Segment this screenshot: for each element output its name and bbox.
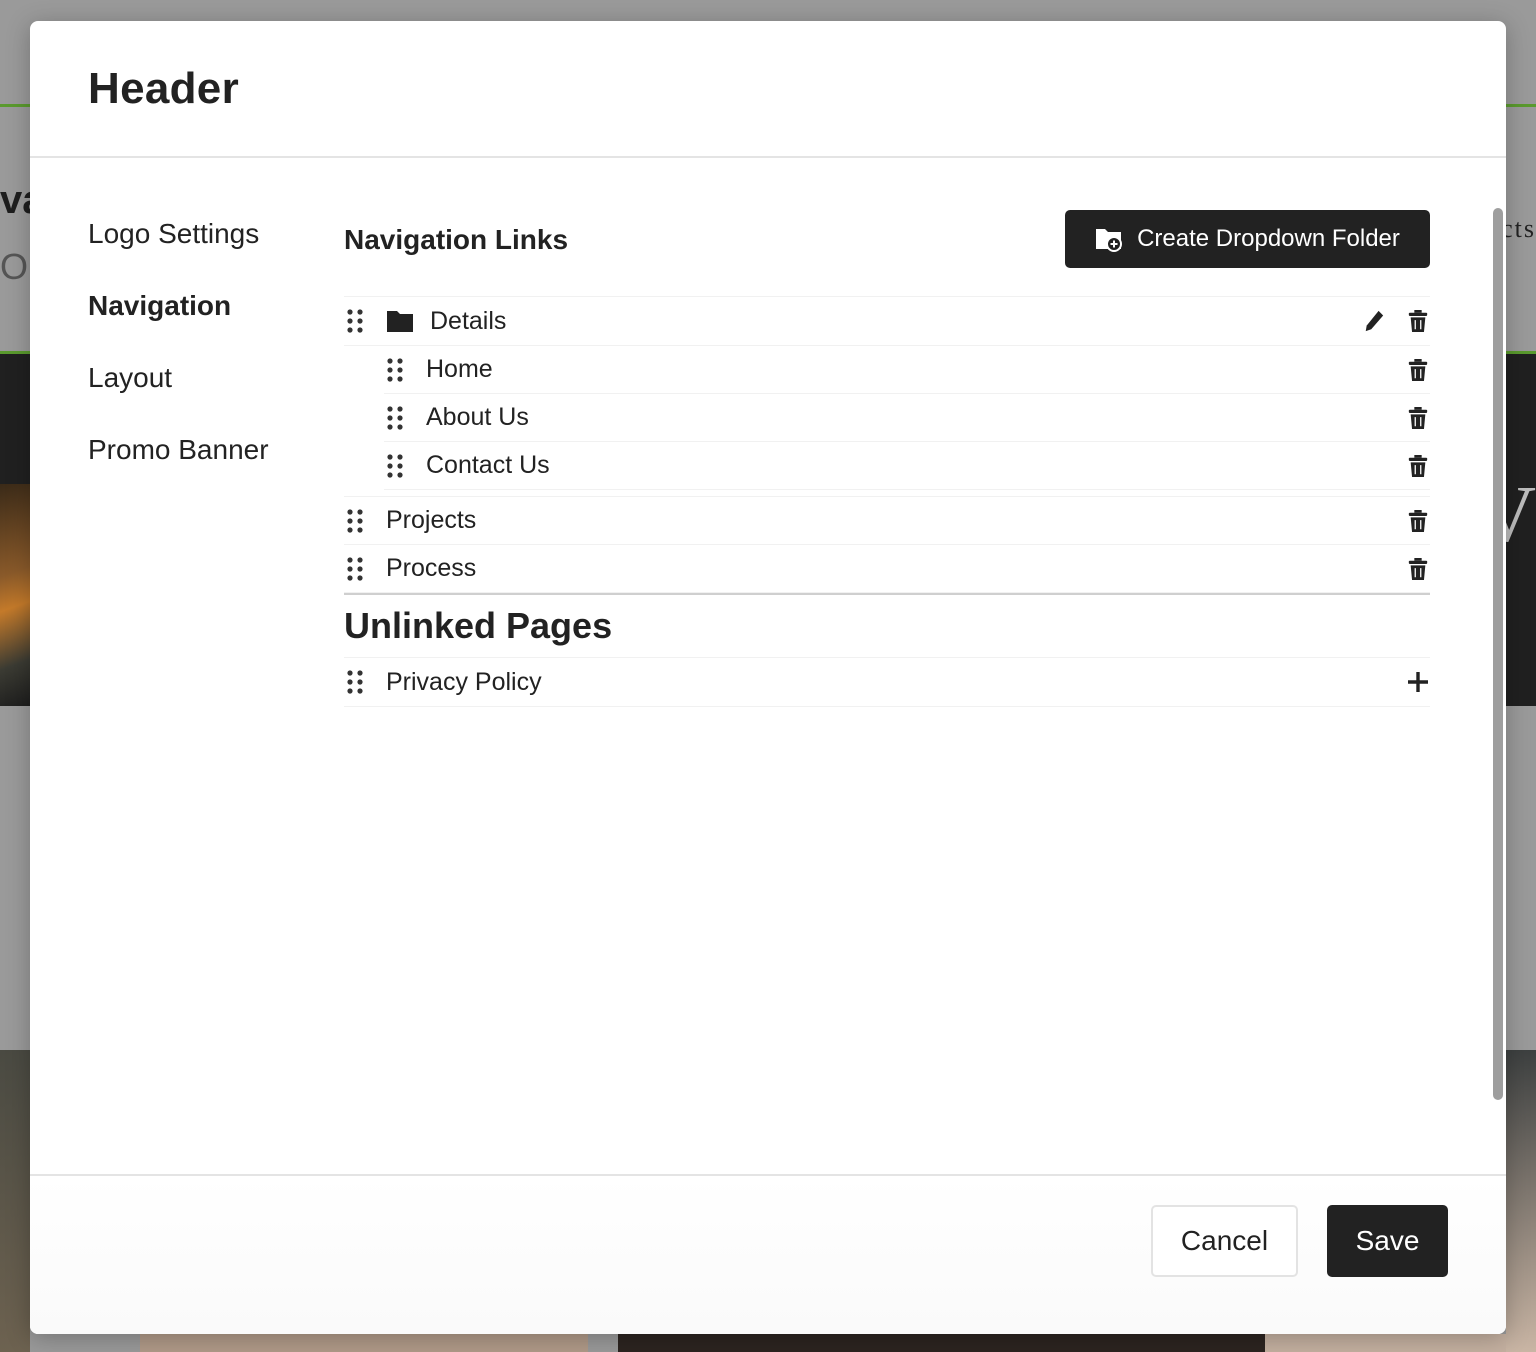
navigation-panel-header: Navigation Links Create Dropdown Folder — [344, 210, 1430, 290]
plus-icon[interactable] — [1406, 669, 1430, 695]
modal-footer: Cancel Save — [30, 1174, 1506, 1334]
trash-icon[interactable] — [1406, 405, 1430, 431]
navigation-links-title: Navigation Links — [344, 224, 569, 255]
grip-dots-icon[interactable] — [344, 556, 366, 582]
modal-body: Logo Settings Navigation Layout Promo Ba… — [30, 158, 1506, 1174]
row-actions — [1362, 297, 1430, 345]
nav-folder-child-contact-us[interactable]: Contact Us — [384, 442, 1430, 490]
unlinked-pages-list: Privacy Policy — [344, 657, 1430, 707]
nav-folder-group: Details Home About Us Contact Us — [344, 296, 1430, 497]
background-photo — [618, 1334, 1265, 1352]
row-actions — [1406, 346, 1430, 393]
nav-folder-child-home[interactable]: Home — [384, 346, 1430, 394]
create-dropdown-folder-label: Create Dropdown Folder — [1137, 225, 1400, 252]
nav-item-label: Projects — [386, 506, 477, 534]
folder-plus-icon — [1096, 229, 1123, 252]
grip-dots-icon[interactable] — [344, 508, 366, 534]
side-nav-item-layout[interactable]: Layout — [88, 362, 308, 434]
settings-side-nav: Logo Settings Navigation Layout Promo Ba… — [88, 218, 308, 506]
row-actions — [1406, 497, 1430, 544]
row-actions — [1406, 545, 1430, 592]
unlinked-page-privacy-policy[interactable]: Privacy Policy — [344, 657, 1430, 707]
nav-item-label: Home — [426, 355, 493, 383]
cancel-button[interactable]: Cancel — [1151, 1205, 1298, 1277]
grip-dots-icon[interactable] — [344, 669, 366, 695]
nav-item-label: About Us — [426, 403, 529, 431]
grip-dots-icon[interactable] — [384, 453, 406, 479]
row-actions — [1406, 394, 1430, 441]
trash-icon[interactable] — [1406, 357, 1430, 383]
row-actions — [1406, 442, 1430, 489]
grip-dots-icon[interactable] — [384, 357, 406, 383]
nav-item-process[interactable]: Process — [344, 545, 1430, 593]
background-photo — [1265, 1334, 1506, 1352]
background-photo — [0, 484, 30, 706]
pencil-icon[interactable] — [1362, 308, 1386, 334]
row-actions — [1406, 658, 1430, 706]
background-photo — [0, 1050, 30, 1352]
modal-title: Header — [88, 63, 239, 113]
grip-dots-icon[interactable] — [384, 405, 406, 431]
create-dropdown-folder-button[interactable]: Create Dropdown Folder — [1065, 210, 1430, 268]
side-nav-item-promo-banner[interactable]: Promo Banner — [88, 434, 308, 506]
modal-header: Header — [30, 21, 1506, 158]
nav-item-label: Contact Us — [426, 451, 550, 479]
nav-folder-child-about-us[interactable]: About Us — [384, 394, 1430, 442]
navigation-links-list: Details Home About Us Contact Us Project… — [344, 296, 1430, 595]
side-nav-item-navigation[interactable]: Navigation — [88, 290, 308, 362]
side-nav-item-logo-settings[interactable]: Logo Settings — [88, 218, 308, 290]
nav-item-projects[interactable]: Projects — [344, 497, 1430, 545]
nav-folder-row[interactable]: Details — [344, 296, 1430, 346]
background-photo — [140, 1334, 588, 1352]
folder-icon — [387, 311, 413, 332]
modal-scrollbar[interactable] — [1493, 208, 1503, 1100]
trash-icon[interactable] — [1406, 508, 1430, 534]
header-settings-modal: Header Logo Settings Navigation Layout P… — [30, 21, 1506, 1334]
nav-item-label: Process — [386, 554, 477, 582]
trash-icon[interactable] — [1406, 308, 1430, 334]
unlinked-pages-title: Unlinked Pages — [344, 605, 613, 646]
background-photo — [1506, 1050, 1536, 1352]
trash-icon[interactable] — [1406, 453, 1430, 479]
unlinked-page-label: Privacy Policy — [386, 667, 542, 696]
navigation-panel: Navigation Links Create Dropdown Folder — [344, 210, 1430, 707]
background-nav-fragment: cts — [1501, 214, 1536, 243]
trash-icon[interactable] — [1406, 556, 1430, 582]
grip-dots-icon[interactable] — [344, 308, 366, 334]
save-button[interactable]: Save — [1327, 1205, 1448, 1277]
nav-folder-label: Details — [430, 306, 507, 335]
